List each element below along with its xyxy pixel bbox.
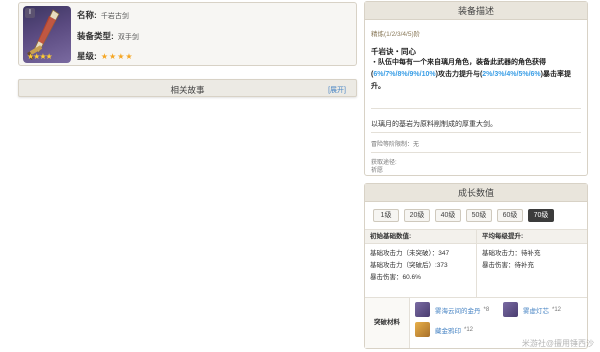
- rank-row: 星级: ★★★★: [77, 50, 134, 62]
- ascend-stats-header: 平均每级提升:: [477, 230, 587, 244]
- passive-text: ・队伍中每有一个来自璃月角色，装备此武器的角色获得(6%/7%/8%/9%/10…: [371, 57, 583, 93]
- passive-title: 千岩诀・同心: [371, 47, 416, 56]
- growth-header: 成长数值: [365, 184, 587, 202]
- divider: [371, 108, 581, 109]
- material-name[interactable]: 雾海云间的金丹: [435, 305, 481, 315]
- unlock-requirement: 冒险等阶限制：无: [371, 142, 420, 148]
- story-section-header[interactable]: 相关故事 [展开]: [18, 79, 357, 97]
- level-tab-1[interactable]: 1级: [373, 209, 399, 222]
- attack-bonus-values: 6%/7%/8%/9%/10%: [373, 71, 436, 78]
- stat-line: 暴击伤害：60.6%: [370, 274, 421, 281]
- crow-insignia-icon: [415, 322, 430, 337]
- description-panel: 装备描述 精炼(1/2/3/4/5)阶 千岩诀・同心 ・队伍中每有一个来自璃月角…: [364, 1, 588, 176]
- base-stats-column: 初始基础数值: 基础攻击力（未突破）：347 基础攻击力（突破后）:373 暴击…: [365, 230, 477, 297]
- thumb-stars: ★★★★: [27, 52, 53, 61]
- crit-rate-values: 2%/3%/4%/5%/6%: [482, 71, 541, 78]
- material-name[interactable]: 雾虚灯芯: [523, 305, 549, 315]
- stat-line: 基础攻击力（未突破）：347: [370, 250, 450, 257]
- elixir-icon: [415, 302, 430, 317]
- material-item[interactable]: 藏金鸦印 *12: [415, 322, 473, 337]
- source-value: 祈愿: [371, 168, 384, 174]
- material-count: *8: [483, 306, 490, 313]
- material-count: *12: [464, 326, 474, 333]
- divider: [371, 152, 581, 153]
- flavor-text: 以璃月的基岩为原料削制成的厚重大剑。: [371, 121, 497, 128]
- stat-line: 基础攻击力：待补充: [482, 250, 541, 257]
- divider: [371, 132, 581, 133]
- rank-label: 星级:: [77, 51, 97, 61]
- level-tabs: 1级 20级 40级 50级 60级 70级: [373, 209, 554, 222]
- material-item[interactable]: 雾海云间的金丹 *8: [415, 302, 489, 317]
- materials-label: 突破材料: [365, 298, 410, 348]
- stat-line: 基础攻击力（突破后）:373: [370, 262, 448, 269]
- passive-text-2: )攻击力提升与(: [435, 71, 483, 78]
- level-tab-20[interactable]: 20级: [404, 209, 430, 222]
- type-row: 装备类型: 双手剑: [77, 30, 139, 42]
- level-tab-40[interactable]: 40级: [435, 209, 461, 222]
- name-value: 千岩古剑: [100, 13, 129, 20]
- name-row: 名称: 千岩古剑: [77, 9, 129, 21]
- rarity-badge: I: [25, 8, 35, 18]
- stat-line: 暴击伤害：待补充: [482, 262, 534, 269]
- growth-panel: 成长数值 1级 20级 40级 50级 60级 70级 初始基础数值: 基础攻击…: [364, 183, 588, 349]
- refine-tabs[interactable]: 精炼(1/2/3/4/5)阶: [371, 28, 420, 38]
- weapon-thumbnail: I ★★★★: [23, 6, 71, 63]
- material-item[interactable]: 雾虚灯芯 *12: [503, 302, 561, 317]
- description-header: 装备描述: [365, 2, 587, 20]
- stats-table: 初始基础数值: 基础攻击力（未突破）：347 基础攻击力（突破后）:373 暴击…: [365, 229, 587, 297]
- level-tab-70[interactable]: 70级: [528, 209, 554, 222]
- name-label: 名称:: [77, 10, 97, 20]
- watermark: 米游社@擅用锤西沙: [521, 339, 594, 348]
- lamp-icon: [503, 302, 518, 317]
- weapon-card: I ★★★★ 名称: 千岩古剑 装备类型: 双手剑 星级: ★★★★: [18, 2, 357, 66]
- rank-stars: ★★★★: [100, 52, 134, 61]
- type-label: 装备类型:: [77, 31, 114, 41]
- story-title: 相关故事: [170, 85, 205, 95]
- level-tab-60[interactable]: 60级: [497, 209, 523, 222]
- expand-link[interactable]: [展开]: [328, 85, 346, 95]
- type-value: 双手剑: [117, 34, 139, 41]
- base-stats-header: 初始基础数值:: [365, 230, 476, 244]
- ascend-stats-column: 平均每级提升: 基础攻击力：待补充 暴击伤害：待补充: [477, 230, 587, 297]
- material-count: *12: [552, 306, 562, 313]
- level-tab-50[interactable]: 50级: [466, 209, 492, 222]
- material-name[interactable]: 藏金鸦印: [435, 325, 461, 335]
